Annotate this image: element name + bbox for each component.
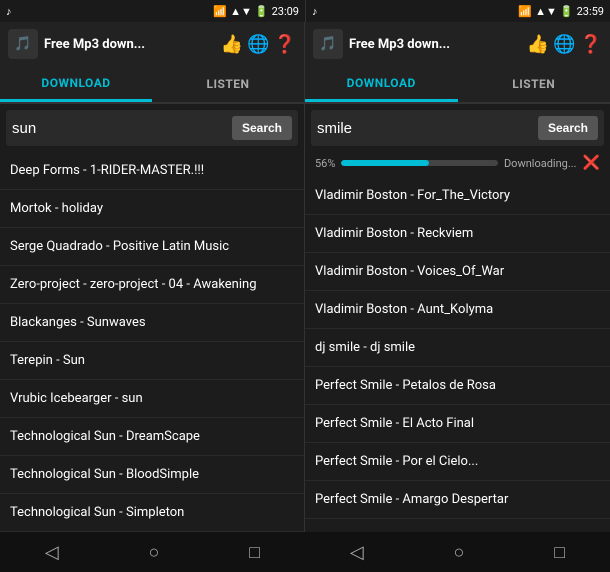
list-item[interactable]: Perfect Smile - Por el Cielo... (305, 443, 610, 481)
signal-icon-left: 📶 (213, 5, 227, 18)
notification-icon-right: ♪ (312, 5, 318, 18)
nav-bar-right: ◁ ○ □ (305, 532, 610, 572)
wifi-icon-right: ▲▼ (535, 5, 557, 18)
tab-download-left[interactable]: DOWNLOAD (0, 66, 152, 102)
status-bar-right: ♪ 📶 ▲▼ 🔋 23:59 (305, 0, 610, 22)
wifi-icon-left: ▲▼ (230, 5, 252, 18)
right-search-bar: Search (311, 110, 604, 146)
recent-button-right[interactable]: □ (554, 542, 565, 563)
list-item[interactable]: Perfect Smile - El Acto Final (305, 405, 610, 443)
help-icon-left: ❓ (274, 34, 296, 55)
list-item[interactable]: Perfect Smile - Amargo Despertar (305, 481, 610, 519)
left-song-list: Deep Forms - 1-RIDER-MASTER.!!!Mortok - … (0, 152, 304, 532)
left-tabs: DOWNLOAD LISTEN (0, 66, 304, 104)
list-item[interactable]: dj smile - dj smile (305, 329, 610, 367)
status-bar-left: ♪ 📶 ▲▼ 🔋 23:09 (0, 0, 305, 22)
notification-icon: ♪ (6, 5, 12, 18)
right-app-title: Free Mp3 down... (349, 37, 521, 52)
tab-listen-left[interactable]: LISTEN (152, 66, 304, 102)
home-button-left[interactable]: ○ (149, 542, 160, 563)
home-button-right[interactable]: ○ (454, 542, 465, 563)
thumb-icon-left: 👍 (221, 34, 243, 55)
right-song-list: Vladimir Boston - For_The_VictoryVladimi… (305, 177, 610, 532)
list-item[interactable]: Vladimir Boston - Voices_Of_War (305, 253, 610, 291)
download-progress-bar: 56% Downloading... ❌ (305, 152, 610, 177)
right-app-header: 🎵 Free Mp3 down... 👍 🌐 ❓ (305, 22, 610, 66)
list-item[interactable]: Vladimir Boston - Reckviem (305, 215, 610, 253)
tab-download-right[interactable]: DOWNLOAD (305, 66, 458, 102)
time-right: 23:59 (577, 5, 604, 18)
progress-bar-container (341, 160, 498, 166)
globe-icon-left: 🌐 (247, 34, 269, 55)
recent-button-left[interactable]: □ (249, 542, 260, 563)
globe-icon-right: 🌐 (553, 34, 575, 55)
left-panel: 🎵 Free Mp3 down... 👍 🌐 ❓ DOWNLOAD LISTEN… (0, 22, 305, 532)
list-item[interactable]: Technological Sun - BloodSimple (0, 456, 304, 494)
bottom-nav: ◁ ○ □ ◁ ○ □ (0, 532, 610, 572)
help-icon-right: ❓ (580, 34, 602, 55)
list-item[interactable]: Serge Quadrado - Positive Latin Music (0, 228, 304, 266)
left-app-title: Free Mp3 down... (44, 37, 215, 52)
left-app-header: 🎵 Free Mp3 down... 👍 🌐 ❓ (0, 22, 304, 66)
battery-icon-left: 🔋 (255, 5, 269, 18)
right-header-icons: 👍 🌐 ❓ (527, 34, 602, 55)
music-note-icon-right: 🎵 (319, 36, 336, 52)
tab-listen-right[interactable]: LISTEN (458, 66, 610, 102)
nav-bar-left: ◁ ○ □ (0, 532, 305, 572)
list-item[interactable]: Deep Forms - 1-RIDER-MASTER.!!! (0, 152, 304, 190)
left-header-icons: 👍 🌐 ❓ (221, 34, 296, 55)
music-note-icon: 🎵 (14, 36, 31, 52)
right-search-input[interactable] (317, 120, 534, 137)
left-app-icon: 🎵 (8, 29, 38, 59)
left-search-input[interactable] (12, 120, 228, 137)
right-tabs: DOWNLOAD LISTEN (305, 66, 610, 104)
list-item[interactable]: Technological Sun - DreamScape (0, 418, 304, 456)
progress-bar-fill (341, 160, 429, 166)
list-item[interactable]: Vrubic Icebearger - sun (0, 380, 304, 418)
time-left: 23:09 (272, 5, 299, 18)
thumb-icon-right: 👍 (527, 34, 549, 55)
battery-icon-right: 🔋 (560, 5, 574, 18)
right-app-icon: 🎵 (313, 29, 343, 59)
signal-icon-right: 📶 (518, 5, 532, 18)
list-item[interactable]: Vladimir Boston - For_The_Victory (305, 177, 610, 215)
cancel-download-button[interactable]: ❌ (583, 155, 600, 171)
progress-percent: 56% (315, 157, 335, 170)
list-item[interactable]: Terepin - Sun (0, 342, 304, 380)
left-search-button[interactable]: Search (232, 116, 292, 140)
list-item[interactable]: Zero-project - zero-project - 04 - Awake… (0, 266, 304, 304)
downloading-label: Downloading... (504, 157, 577, 170)
list-item[interactable]: Technological Sun - Simpleton (0, 494, 304, 532)
list-item[interactable]: Mortok - holiday (0, 190, 304, 228)
back-button-right[interactable]: ◁ (350, 542, 364, 563)
right-panel: 🎵 Free Mp3 down... 👍 🌐 ❓ DOWNLOAD LISTEN… (305, 22, 610, 532)
right-search-button[interactable]: Search (538, 116, 598, 140)
list-item[interactable]: Vladimir Boston - Aunt_Kolyma (305, 291, 610, 329)
list-item[interactable]: Perfect Smile - Petalos de Rosa (305, 367, 610, 405)
left-search-bar: Search (6, 110, 298, 146)
list-item[interactable]: Blackanges - Sunwaves (0, 304, 304, 342)
back-button-left[interactable]: ◁ (45, 542, 59, 563)
